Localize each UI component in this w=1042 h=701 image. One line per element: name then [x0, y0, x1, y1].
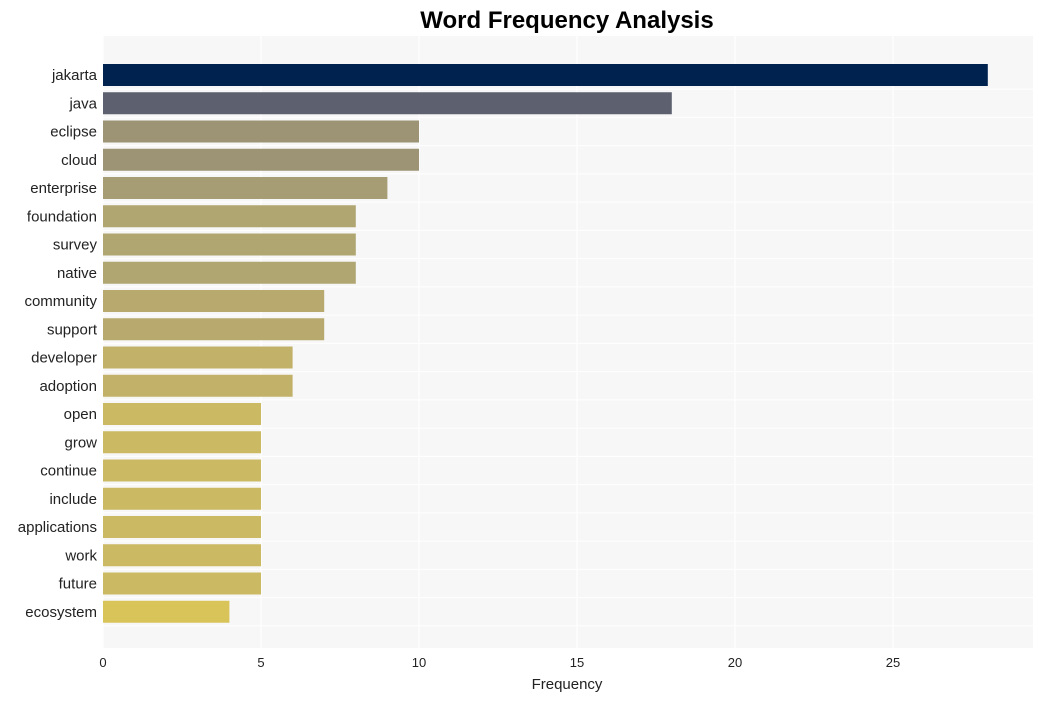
- y-tick-label-ecosystem: ecosystem: [25, 604, 97, 621]
- y-tick-label-jakarta: jakarta: [51, 67, 98, 84]
- bar-eclipse: [103, 120, 419, 143]
- bar-work: [103, 544, 261, 567]
- y-tick-label-applications: applications: [18, 519, 97, 536]
- x-tick-label-20: 20: [728, 655, 742, 670]
- bar-cloud: [103, 148, 419, 171]
- x-tick-label-25: 25: [886, 655, 900, 670]
- y-tick-label-survey: survey: [53, 237, 98, 254]
- bar-jakarta: [103, 64, 988, 86]
- bar-continue: [103, 459, 261, 482]
- bar-grow: [103, 431, 261, 454]
- x-tick-label-15: 15: [570, 655, 584, 670]
- y-tick-label-future: future: [59, 576, 97, 593]
- y-tick-label-support: support: [47, 321, 98, 338]
- x-tick-label-0: 0: [99, 655, 106, 670]
- bar-open: [103, 403, 261, 425]
- bar-survey: [103, 233, 356, 256]
- y-tick-labels: jakarta java eclipse cloud enterprise foundat…: [18, 67, 98, 621]
- y-tick-label-foundation: foundation: [27, 208, 97, 225]
- word-frequency-chart: jakarta java eclipse cloud enterprise foundat…: [18, 7, 1033, 693]
- bar-community: [103, 290, 325, 312]
- y-tick-label-cloud: cloud: [61, 152, 97, 169]
- y-tick-label-grow: grow: [64, 434, 97, 451]
- y-tick-label-java: java: [68, 95, 97, 112]
- x-tick-label-5: 5: [257, 655, 264, 670]
- bar-enterprise: [103, 177, 388, 199]
- bar-support: [103, 318, 325, 341]
- bar-applications: [103, 516, 261, 538]
- bar-include: [103, 487, 261, 510]
- x-tick-labels: 0 5 10 15 20 25: [99, 655, 900, 670]
- x-tick-label-10: 10: [412, 655, 426, 670]
- y-tick-label-enterprise: enterprise: [30, 180, 97, 197]
- bar-adoption: [103, 374, 293, 397]
- y-tick-label-community: community: [24, 293, 97, 310]
- y-tick-label-include: include: [49, 491, 97, 508]
- x-axis-label: Frequency: [532, 676, 603, 693]
- y-tick-label-adoption: adoption: [39, 378, 97, 395]
- y-tick-label-native: native: [57, 265, 97, 282]
- bar-native: [103, 261, 356, 284]
- bar-foundation: [103, 205, 356, 228]
- bar-java: [103, 92, 672, 115]
- bar-developer: [103, 346, 293, 369]
- y-tick-label-continue: continue: [40, 463, 97, 480]
- bar-future: [103, 572, 261, 595]
- bar-ecosystem: [103, 600, 230, 623]
- y-tick-label-eclipse: eclipse: [50, 124, 97, 141]
- chart-title: Word Frequency Analysis: [420, 7, 713, 34]
- y-tick-label-work: work: [64, 547, 97, 564]
- y-tick-label-open: open: [64, 406, 97, 423]
- y-tick-label-developer: developer: [31, 350, 97, 367]
